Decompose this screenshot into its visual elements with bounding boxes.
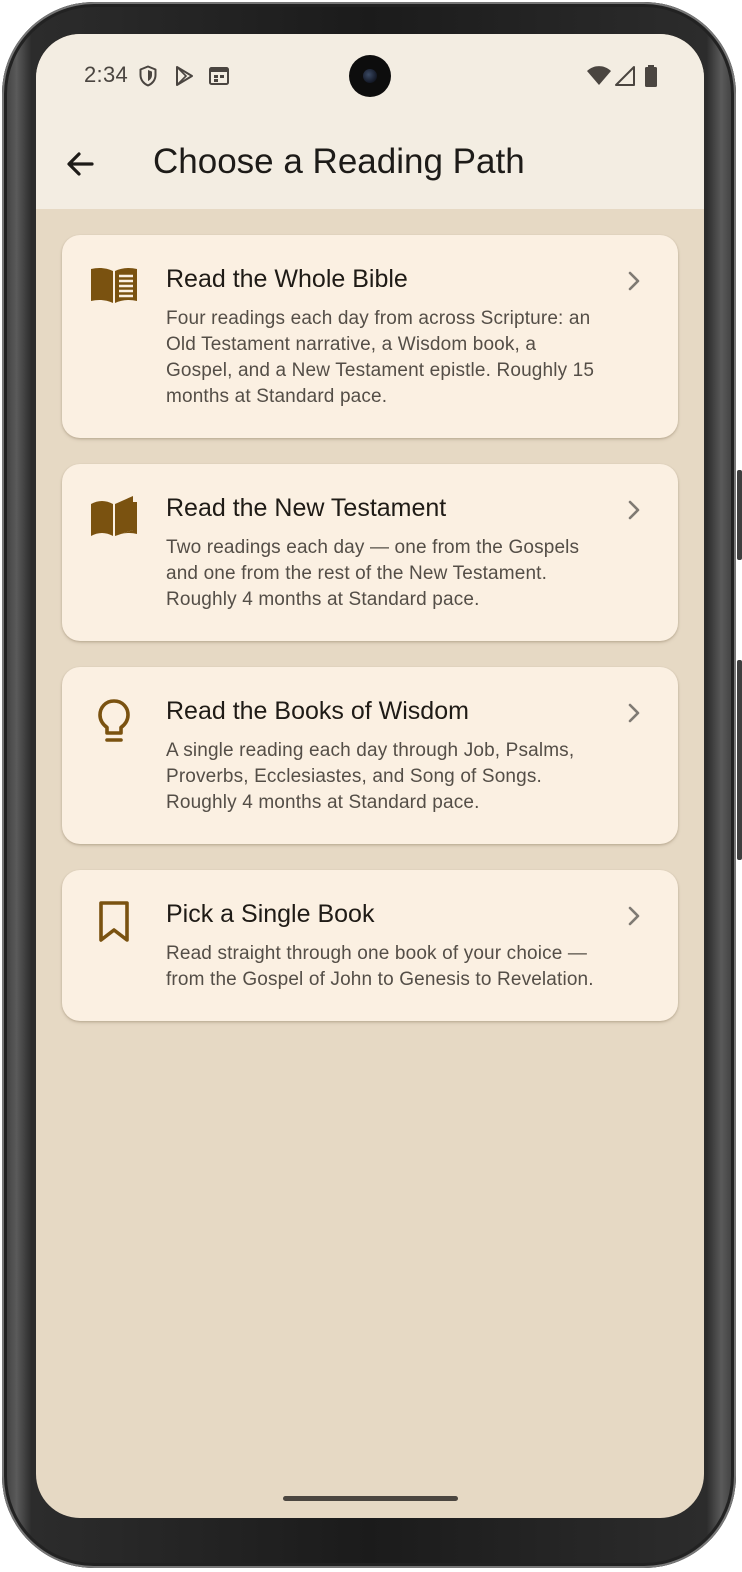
status-time: 2:34 [84, 62, 129, 87]
phone-device: 2:34 Choose a Reading Path Read the Whol… [0, 0, 742, 1572]
play-store-icon [172, 64, 196, 88]
chevron-right-icon [624, 498, 644, 522]
chevron-right-icon [624, 904, 644, 928]
card-description: Read straight through one book of your c… [166, 943, 594, 990]
lightbulb-icon [88, 697, 140, 745]
page-title: Choose a Reading Path [153, 142, 525, 181]
app-bar: Choose a Reading Path [36, 118, 704, 209]
card-description: Four readings each day from across Scrip… [166, 308, 595, 407]
reading-path-card-new-testament[interactable]: Read the New Testament Two readings each… [62, 464, 678, 641]
front-camera [349, 55, 391, 97]
back-button[interactable] [56, 140, 104, 188]
cellular-signal-icon [613, 64, 637, 88]
card-title: Read the Books of Wisdom [166, 697, 469, 725]
card-title: Read the Whole Bible [166, 265, 408, 293]
card-title: Read the New Testament [166, 494, 447, 522]
home-indicator[interactable] [283, 1496, 458, 1501]
card-description: A single reading each day through Job, P… [166, 740, 575, 813]
reading-path-card-books-of-wisdom[interactable]: Read the Books of Wisdom A single readin… [62, 667, 678, 844]
arrow-back-icon [64, 148, 96, 180]
power-button [737, 470, 742, 560]
battery-icon [642, 64, 666, 88]
chevron-right-icon [624, 701, 644, 725]
card-title: Pick a Single Book [166, 900, 375, 928]
chevron-right-icon [624, 269, 644, 293]
book-open-pages-icon [88, 494, 140, 542]
calendar-icon [207, 64, 231, 88]
reading-path-list: Read the Whole Bible Four readings each … [62, 235, 678, 1047]
open-book-icon [88, 265, 140, 313]
reading-path-card-whole-bible[interactable]: Read the Whole Bible Four readings each … [62, 235, 678, 438]
shield-icon [136, 64, 160, 88]
card-description: Two readings each day — one from the Gos… [166, 537, 580, 610]
volume-rocker [737, 660, 742, 860]
status-bar: 2:34 [36, 34, 704, 118]
phone-screen: 2:34 Choose a Reading Path Read the Whol… [36, 34, 704, 1518]
wifi-icon [586, 64, 611, 88]
bookmark-icon [88, 900, 140, 948]
reading-path-card-single-book[interactable]: Pick a Single Book Read straight through… [62, 870, 678, 1021]
